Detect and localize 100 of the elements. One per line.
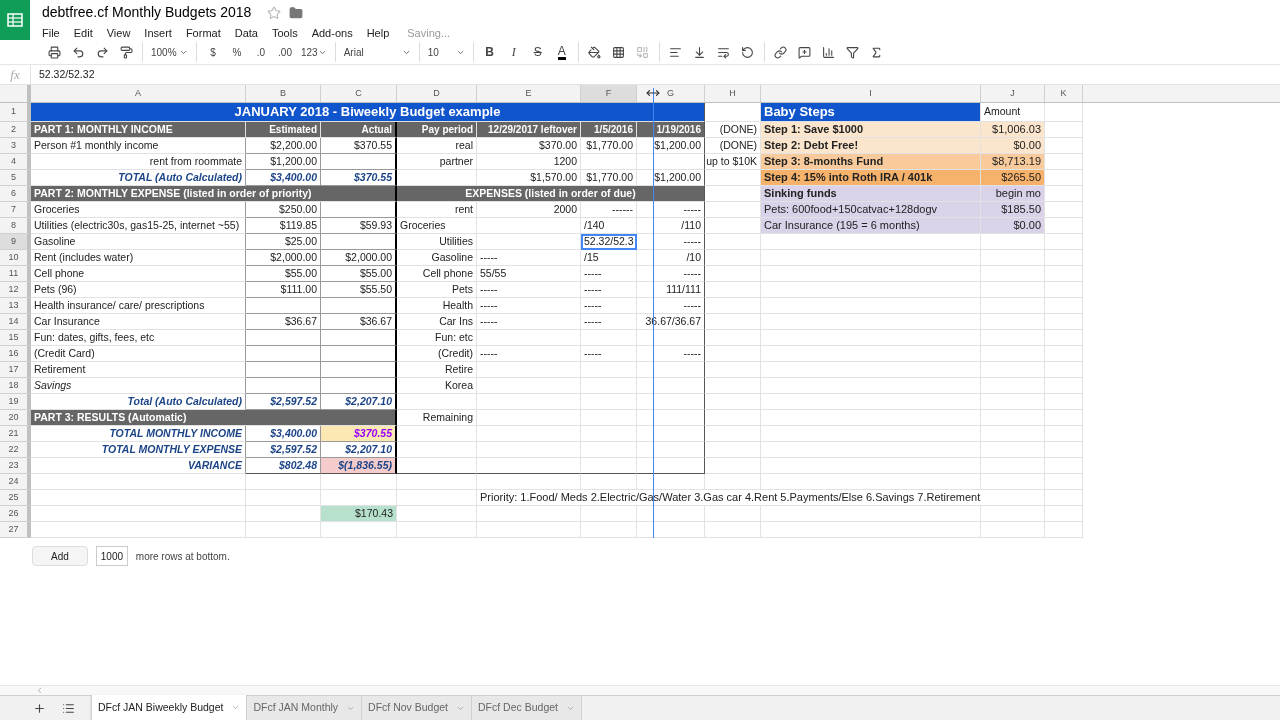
table-cell: Groceries [31,202,246,218]
row-header[interactable]: 11 [0,266,31,282]
table-cell: Gasoline [397,250,477,266]
menu-item[interactable]: Tools [271,25,298,42]
column-header[interactable]: D [397,85,477,102]
table-cell [1045,218,1083,234]
sheet-tab[interactable]: DFcf JAN Monthly [247,696,363,720]
row-header[interactable]: 22 [0,442,31,458]
row-header[interactable]: 24 [0,474,31,490]
strikethrough-button[interactable]: S [525,40,550,64]
table-cell [1045,298,1083,314]
row-header[interactable]: 17 [0,362,31,378]
table-cell: $2,597.52 [246,442,321,458]
table-cell: 12/29/2017 leftover [477,122,581,138]
table-cell: Retire [397,362,477,378]
column-header[interactable]: I [761,85,981,102]
star-icon[interactable] [267,5,282,20]
row-header[interactable]: 14 [0,314,31,330]
sheet-tab[interactable]: DFcf Dec Budget [472,696,582,720]
italic-button[interactable]: I [501,40,526,64]
font-size-dropdown[interactable]: 10 [423,40,469,64]
column-header[interactable]: F [581,85,637,102]
table-cell [1045,378,1083,394]
table-cell: JANUARY 2018 - Biweekly Budget example [31,103,705,122]
row-header[interactable]: 7 [0,202,31,218]
table-cell [1045,138,1083,154]
row-header[interactable]: 15 [0,330,31,346]
row-header[interactable]: 9 [0,234,31,250]
table-cell: PART 3: RESULTS (Automatic) [31,410,397,426]
percent-button[interactable]: % [225,40,249,64]
table-cell [1045,346,1083,362]
horizontal-scrollbar[interactable] [0,685,1280,695]
table-cell [1045,474,1083,490]
row-header[interactable]: 6 [0,186,31,202]
text-color-button[interactable]: A [549,40,574,64]
column-header[interactable]: J [981,85,1045,102]
menu-item[interactable]: Edit [73,25,93,42]
add-rows-button[interactable]: Add [32,546,88,566]
row-header[interactable]: 19 [0,394,31,410]
table-cell: Sinking funds [761,186,981,202]
document-title[interactable]: debtfree.cf Monthly Budgets 2018 [42,2,252,23]
formula-label: fx [0,64,31,85]
sheet-tab[interactable]: DFcf JAN Biweekly Budget [91,695,248,720]
table-cell: Pets [397,282,477,298]
add-sheet-icon[interactable] [33,701,46,715]
column-header[interactable]: B [246,85,321,102]
row-header[interactable]: 2 [0,122,31,138]
row-header[interactable]: 25 [0,490,31,506]
folder-icon[interactable] [289,5,304,20]
table-cell [981,282,1045,298]
row-header[interactable]: 23 [0,458,31,474]
menu-item[interactable]: Add-ons [311,25,353,42]
row-header[interactable]: 16 [0,346,31,362]
menu-item[interactable]: Data [234,25,258,42]
row-count-field[interactable]: 1000 [95,546,128,566]
table-cell: $170.43 [321,506,397,522]
table-cell: (Credit Card) [31,346,246,362]
menu-item[interactable]: File [42,25,60,42]
row-header[interactable]: 18 [0,378,31,394]
row-header[interactable]: 1 [0,103,31,122]
table-cell: $8,713.19 [981,154,1045,170]
table-cell: $55.00 [321,266,397,282]
row-header[interactable]: 21 [0,426,31,442]
table-cell: $2,000.00 [321,250,397,266]
table-cell: $2,200.00 [246,138,321,154]
row-header[interactable]: 27 [0,522,31,538]
column-header[interactable]: C [321,85,397,102]
increase-decimal-button[interactable]: .00 [273,40,297,64]
bold-button[interactable]: B [477,40,502,64]
currency-button[interactable]: $ [201,40,225,64]
row-header[interactable]: 3 [0,138,31,154]
row-header[interactable]: 10 [0,250,31,266]
table-cell [705,506,761,522]
table-cell [705,522,761,538]
sheet-tab[interactable]: DFcf Nov Budget [362,696,473,720]
column-header[interactable]: A [31,85,246,102]
sheet-list-icon[interactable] [62,701,75,715]
table-cell: Step 3: 8-months Fund [761,154,981,170]
zoom-dropdown[interactable]: 100% [147,40,192,64]
table-cell [1045,170,1083,186]
menu-item[interactable]: Insert [144,25,172,42]
menu-item[interactable]: Help [366,25,390,42]
row-header[interactable]: 8 [0,218,31,234]
table-cell [1045,330,1083,346]
row-header[interactable]: 26 [0,506,31,522]
menu-item[interactable]: View [106,25,131,42]
column-header[interactable]: H [705,85,761,102]
row-header[interactable]: 20 [0,410,31,426]
sheets-logo-icon[interactable] [0,0,30,40]
row-header[interactable]: 13 [0,298,31,314]
row-header[interactable]: 5 [0,170,31,186]
decrease-decimal-button[interactable]: .0 [249,40,273,64]
menu-item[interactable]: Format [185,25,221,42]
row-header[interactable]: 12 [0,282,31,298]
number-format-dropdown[interactable]: 123 [297,40,331,64]
row-header[interactable]: 4 [0,154,31,170]
table-cell [981,410,1045,426]
font-dropdown[interactable]: Arial [339,40,415,64]
column-header[interactable]: K [1045,85,1083,102]
formula-field[interactable]: 52.32/52.32 [31,66,95,83]
